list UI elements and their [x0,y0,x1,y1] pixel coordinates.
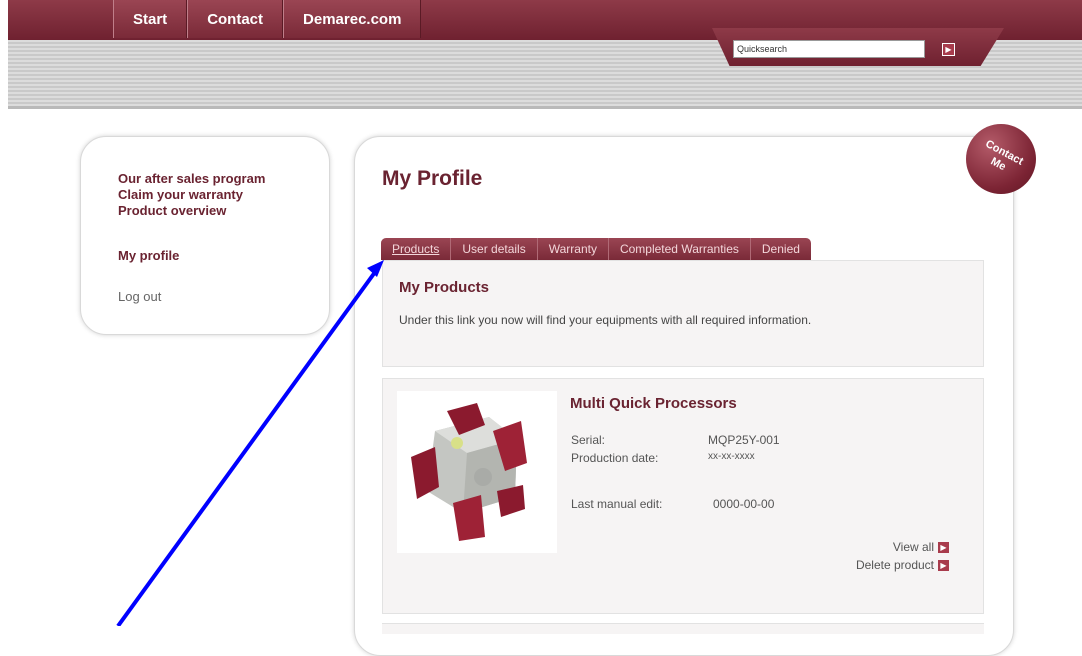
annotation-arrow [116,260,384,626]
